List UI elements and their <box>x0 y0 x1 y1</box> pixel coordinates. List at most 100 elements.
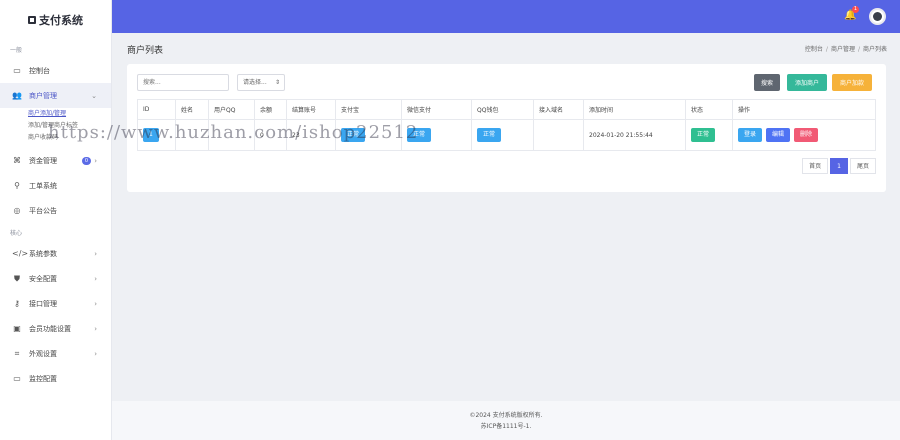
col-id[interactable]: ID <box>137 99 176 120</box>
section-label-general: 一般 <box>10 47 23 54</box>
chevron-right-icon: › <box>94 249 97 258</box>
delete-button[interactable]: 删除 <box>794 128 819 142</box>
sidebar-item-label: 商户管理 <box>29 91 57 100</box>
chevron-right-icon: › <box>94 324 97 333</box>
page-head: 商户列表 控制台 / 商户管理 / 商户列表 <box>127 40 887 58</box>
col-status[interactable]: 状态 <box>685 99 733 120</box>
chevron-right-icon: › <box>94 156 97 165</box>
monitor-icon: ▭ <box>13 374 21 383</box>
section-label-core: 核心 <box>10 230 23 237</box>
ticket-icon: ⚲ <box>14 181 20 190</box>
sidebar-item-label: 平台公告 <box>29 206 57 215</box>
breadcrumb-separator: / <box>857 46 860 53</box>
chevron-right-icon: › <box>94 274 97 283</box>
sidebar-item-label: 系统参数 <box>29 249 57 258</box>
watermark-text: https://www.huzhan.com/ishop22512 <box>48 122 419 143</box>
col-alipay[interactable]: 支付宝 <box>335 99 402 120</box>
col-balance[interactable]: 余额 <box>254 99 287 120</box>
notification-badge: 1 <box>851 6 859 13</box>
sidebar-item-label: 接口管理 <box>29 299 57 308</box>
col-qqpay[interactable]: QQ钱包 <box>471 99 534 120</box>
fund-icon: ⌘ <box>13 156 21 165</box>
sidebar-item-monitor[interactable]: ▭ 监控配置 <box>0 366 111 391</box>
sidebar-item-label: 控制台 <box>29 66 50 75</box>
col-ops: 操作 <box>732 99 876 120</box>
footer-icp[interactable]: 苏ICP备1111号-1. <box>112 421 900 432</box>
col-domain[interactable]: 接入域名 <box>533 99 584 120</box>
brand[interactable]: 支付系统 <box>0 0 111 40</box>
sidebar-item-api[interactable]: ⚷ 接口管理 › <box>0 291 111 316</box>
edit-button[interactable]: 编辑 <box>766 128 791 142</box>
search-input[interactable] <box>137 74 229 91</box>
cell-qqpay: 正常 <box>471 119 534 151</box>
topbar: 🔔 1 <box>112 0 900 33</box>
avatar-image-icon <box>873 12 882 21</box>
row-actions: 登录 编辑 删除 <box>738 128 870 142</box>
add-merchant-button[interactable]: 添加商户 <box>787 74 827 91</box>
sidebar-item-merchant[interactable]: 👥 商户管理 ⌄ <box>0 83 111 108</box>
bell-icon[interactable]: 🔔 1 <box>844 6 859 22</box>
sidebar-item-fund[interactable]: ⌘ 资金管理 0 › <box>0 148 111 173</box>
qqpay-status-button[interactable]: 正常 <box>477 128 502 142</box>
filter-select[interactable]: 请选择... ⇕ <box>237 74 285 91</box>
sidebar-item-label: 工单系统 <box>29 181 57 190</box>
sidebar-item-appearance[interactable]: ⌗ 外观设置 › <box>0 341 111 366</box>
footer-copyright: ©2024 支付系统版权所有. <box>469 412 543 419</box>
brand-title: 支付系统 <box>39 14 83 27</box>
code-icon: </> <box>12 249 29 258</box>
chevron-right-icon: › <box>94 349 97 358</box>
cell-status: 正常 <box>685 119 733 151</box>
search-button[interactable]: 搜索 <box>754 74 780 91</box>
sidebar-item-member-settings[interactable]: ▣ 会员功能设置 › <box>0 316 111 341</box>
sidebar-item-label: 会员功能设置 <box>29 324 71 333</box>
frame-icon: ⌗ <box>14 348 20 358</box>
cell-time: 2024-01-20 21:55:44 <box>583 119 686 151</box>
merchant-fund-button[interactable]: 商户加款 <box>832 74 872 91</box>
pagination: 首页 1 尾页 <box>802 158 876 174</box>
breadcrumb-item: 商户列表 <box>862 46 887 53</box>
fund-badge: 0 <box>81 156 91 165</box>
cell-ops: 登录 编辑 删除 <box>732 119 876 151</box>
breadcrumb-item[interactable]: 控制台 <box>805 46 823 53</box>
updown-caret-icon: ⇕ <box>274 79 280 86</box>
broadcast-icon: ◎ <box>13 206 21 215</box>
sidebar-item-label: 监控配置 <box>29 374 57 383</box>
first-page-button[interactable]: 首页 <box>802 158 829 174</box>
sidebar-item-label: 安全配置 <box>29 274 57 283</box>
chevron-right-icon: › <box>94 299 97 308</box>
payment-logo-icon <box>28 16 36 24</box>
last-page-button[interactable]: 尾页 <box>849 158 876 174</box>
cell-domain <box>533 119 584 151</box>
key-icon: ⚷ <box>14 299 20 308</box>
col-wxpay[interactable]: 微信支付 <box>401 99 472 120</box>
sub-item-merchant-manage[interactable]: 商户添加/管理 <box>0 108 111 120</box>
breadcrumb: 控制台 / 商户管理 / 商户列表 <box>805 44 887 53</box>
col-name[interactable]: 姓名 <box>175 99 209 120</box>
settings-box-icon: ▣ <box>13 324 21 333</box>
users-icon: 👥 <box>12 91 22 100</box>
sidebar-item-ticket[interactable]: ⚲ 工单系统 <box>0 173 111 198</box>
col-qq[interactable]: 用户QQ <box>208 99 255 120</box>
chevron-down-icon: ⌄ <box>91 91 97 100</box>
sidebar-item-security[interactable]: ⛊ 安全配置 › <box>0 266 111 291</box>
status-badge[interactable]: 正常 <box>691 128 716 142</box>
sidebar-item-system-params[interactable]: </> 系统参数 › <box>0 241 111 266</box>
sidebar: 支付系统 一般 ▭ 控制台 👥 商户管理 ⌄ 商户添加/管理 添加/管理商户标签… <box>0 0 112 440</box>
breadcrumb-separator: / <box>825 46 828 53</box>
shield-icon: ⛊ <box>14 273 20 283</box>
login-button[interactable]: 登录 <box>738 128 763 142</box>
page-number-button[interactable]: 1 <box>830 158 848 174</box>
monitor-icon: ▭ <box>13 66 21 75</box>
table-header-row: ID 姓名 用户QQ 余额 结算账号 支付宝 微信支付 QQ钱包 接入域名 添加… <box>137 99 876 120</box>
filter-select-value: 请选择... <box>243 79 267 86</box>
sidebar-item-label: 资金管理 <box>29 156 57 165</box>
page-title: 商户列表 <box>127 46 164 56</box>
sidebar-item-announcement[interactable]: ◎ 平台公告 <box>0 198 111 223</box>
avatar[interactable] <box>869 8 886 25</box>
col-account[interactable]: 结算账号 <box>286 99 336 120</box>
col-time[interactable]: 添加时间 <box>583 99 686 120</box>
sidebar-item-label: 外观设置 <box>29 349 57 358</box>
breadcrumb-item[interactable]: 商户管理 <box>831 46 855 53</box>
footer: ©2024 支付系统版权所有. 苏ICP备1111号-1. <box>112 401 900 440</box>
sidebar-item-dashboard[interactable]: ▭ 控制台 <box>0 58 111 83</box>
